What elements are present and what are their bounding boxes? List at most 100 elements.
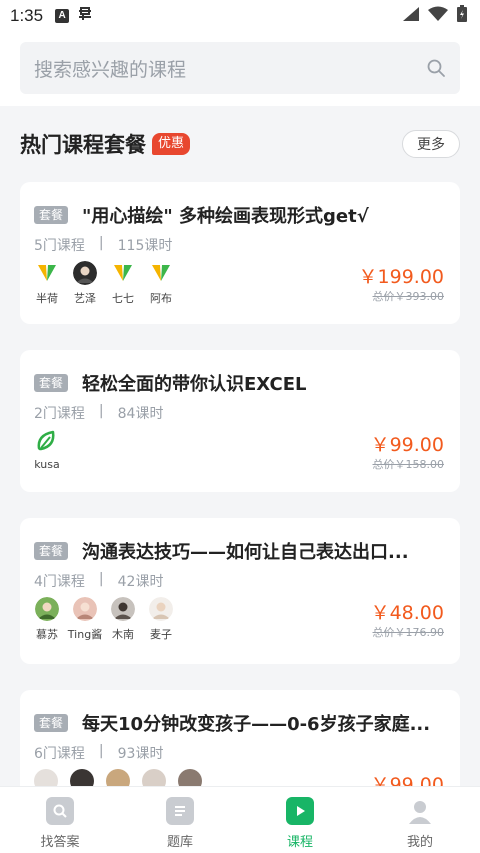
section-header: 热门课程套餐 优惠 更多 <box>20 126 460 162</box>
package-price: ￥48.00 <box>370 602 444 624</box>
package-tag: 套餐 <box>34 542 69 560</box>
teacher: 艺泽 <box>72 261 98 306</box>
package-meta: 2门课程 | 84课时 <box>34 403 163 423</box>
tab-courses[interactable]: 课程 <box>240 787 360 853</box>
search-area: 搜索感兴趣的课程 <box>0 32 480 106</box>
package-title: 轻松全面的带你认识EXCEL <box>82 374 307 395</box>
course-hours: 84课时 <box>117 406 164 422</box>
tab-profile[interactable]: 我的 <box>360 787 480 853</box>
green-leaf-icon <box>35 429 59 453</box>
search-input[interactable]: 搜索感兴趣的课程 <box>20 42 460 94</box>
package-title: "用心描绘" 多种绘画表现形式get√ <box>82 206 369 227</box>
wifi-icon <box>428 6 448 26</box>
profile-icon <box>406 797 434 825</box>
card-title-row: 套餐 沟通表达技巧——如何让自己表达出口... <box>34 538 448 564</box>
leaf-logo-icon <box>149 261 173 285</box>
original-price: 总价￥393.00 <box>372 290 445 303</box>
package-meta: 6门课程 | 93课时 <box>34 743 163 763</box>
package-card[interactable]: 套餐 每天10分钟改变孩子——0-6岁孩子家庭... 6门课程 | 93课时 ￥… <box>20 690 460 786</box>
meta-separator: | <box>98 571 104 587</box>
teacher-name: 慕苏 <box>36 628 58 641</box>
package-card[interactable]: 套餐 沟通表达技巧——如何让自己表达出口... 4门课程 | 42课时 慕苏 T… <box>20 518 460 664</box>
avatar <box>34 769 58 786</box>
tab-label: 课程 <box>286 835 313 850</box>
app-a-icon: A <box>55 9 70 23</box>
search-placeholder: 搜索感兴趣的课程 <box>34 58 187 81</box>
course-count: 2门课程 <box>34 406 85 422</box>
tab-question-bank[interactable]: 题库 <box>120 787 240 853</box>
discount-badge: 优惠 <box>152 133 191 155</box>
bug-icon <box>77 5 95 27</box>
question-bank-icon <box>166 797 194 825</box>
course-hours: 93课时 <box>117 746 164 762</box>
status-bar: 1:35 A <box>0 0 480 32</box>
package-price: ￥99.00 <box>370 774 444 786</box>
package-tag: 套餐 <box>34 374 69 392</box>
avatar <box>111 597 135 621</box>
section-title: 热门课程套餐 <box>20 133 146 157</box>
package-meta: 4门课程 | 42课时 <box>34 571 163 591</box>
original-price: 总价￥176.90 <box>372 626 445 639</box>
avatar <box>73 597 97 621</box>
meta-separator: | <box>98 403 104 419</box>
teacher-name: Ting酱 <box>67 628 103 641</box>
teacher: 七七 <box>110 261 136 306</box>
leaf-logo-icon <box>111 261 135 285</box>
package-card[interactable]: 套餐 "用心描绘" 多种绘画表现形式get√ 5门课程 | 115课时 半荷 艺… <box>20 182 460 324</box>
teacher: 半荷 <box>34 261 60 306</box>
package-title: 每天10分钟改变孩子——0-6岁孩子家庭... <box>82 714 431 735</box>
teacher-list: 慕苏 Ting酱 木南 麦子 <box>34 597 174 642</box>
package-tag: 套餐 <box>34 206 69 224</box>
teacher-name: 麦子 <box>150 628 172 641</box>
teacher: 慕苏 <box>34 597 60 642</box>
leaf-logo-icon <box>35 261 59 285</box>
package-price: ￥199.00 <box>358 266 444 288</box>
teacher-name: 艺泽 <box>74 292 96 305</box>
tab-find-answer[interactable]: 找答案 <box>0 787 120 853</box>
tab-label: 我的 <box>406 835 433 850</box>
package-tag: 套餐 <box>34 714 69 732</box>
avatar <box>149 597 173 621</box>
avatar <box>70 769 94 786</box>
teacher-list: kusa <box>34 429 60 471</box>
course-content[interactable]: 热门课程套餐 优惠 更多 套餐 "用心描绘" 多种绘画表现形式get√ 5门课程… <box>0 106 480 786</box>
course-count: 4门课程 <box>34 574 85 590</box>
course-hours: 42课时 <box>117 574 164 590</box>
teacher-name: 阿布 <box>150 292 172 305</box>
status-time: 1:35 <box>10 6 44 25</box>
course-hours: 115课时 <box>117 238 173 254</box>
avatar <box>178 769 202 786</box>
teacher-name: 半荷 <box>36 292 58 305</box>
card-title-row: 套餐 "用心描绘" 多种绘画表现形式get√ <box>34 202 448 228</box>
course-count: 5门课程 <box>34 238 85 254</box>
teacher-name: kusa <box>34 458 60 471</box>
teacher: 木南 <box>110 597 136 642</box>
teacher: 阿布 <box>148 261 174 306</box>
search-answer-icon <box>46 797 74 825</box>
teacher-name: 木南 <box>112 628 134 641</box>
more-button[interactable]: 更多 <box>402 130 460 158</box>
teacher-list <box>34 769 202 786</box>
course-play-icon <box>286 797 314 825</box>
avatar <box>142 769 166 786</box>
bottom-tab-bar: 找答案 题库 课程 我的 <box>0 786 480 853</box>
teacher: kusa <box>34 429 60 471</box>
battery-icon <box>456 5 468 27</box>
tab-label: 题库 <box>166 835 193 850</box>
avatar <box>35 597 59 621</box>
teacher-list: 半荷 艺泽 七七 阿布 <box>34 261 174 306</box>
course-count: 6门课程 <box>34 746 85 762</box>
teacher: Ting酱 <box>68 597 102 642</box>
original-price: 总价￥158.00 <box>372 458 445 471</box>
package-card[interactable]: 套餐 轻松全面的带你认识EXCEL 2门课程 | 84课时 kusa ￥99.0… <box>20 350 460 492</box>
card-title-row: 套餐 每天10分钟改变孩子——0-6岁孩子家庭... <box>34 710 448 736</box>
package-price: ￥99.00 <box>370 434 444 456</box>
avatar <box>73 261 97 285</box>
tab-label: 找答案 <box>40 835 80 850</box>
card-title-row: 套餐 轻松全面的带你认识EXCEL <box>34 370 448 396</box>
teacher: 麦子 <box>148 597 174 642</box>
search-icon[interactable] <box>426 58 446 78</box>
package-meta: 5门课程 | 115课时 <box>34 235 172 255</box>
avatar <box>106 769 130 786</box>
teacher-name: 七七 <box>112 292 134 305</box>
